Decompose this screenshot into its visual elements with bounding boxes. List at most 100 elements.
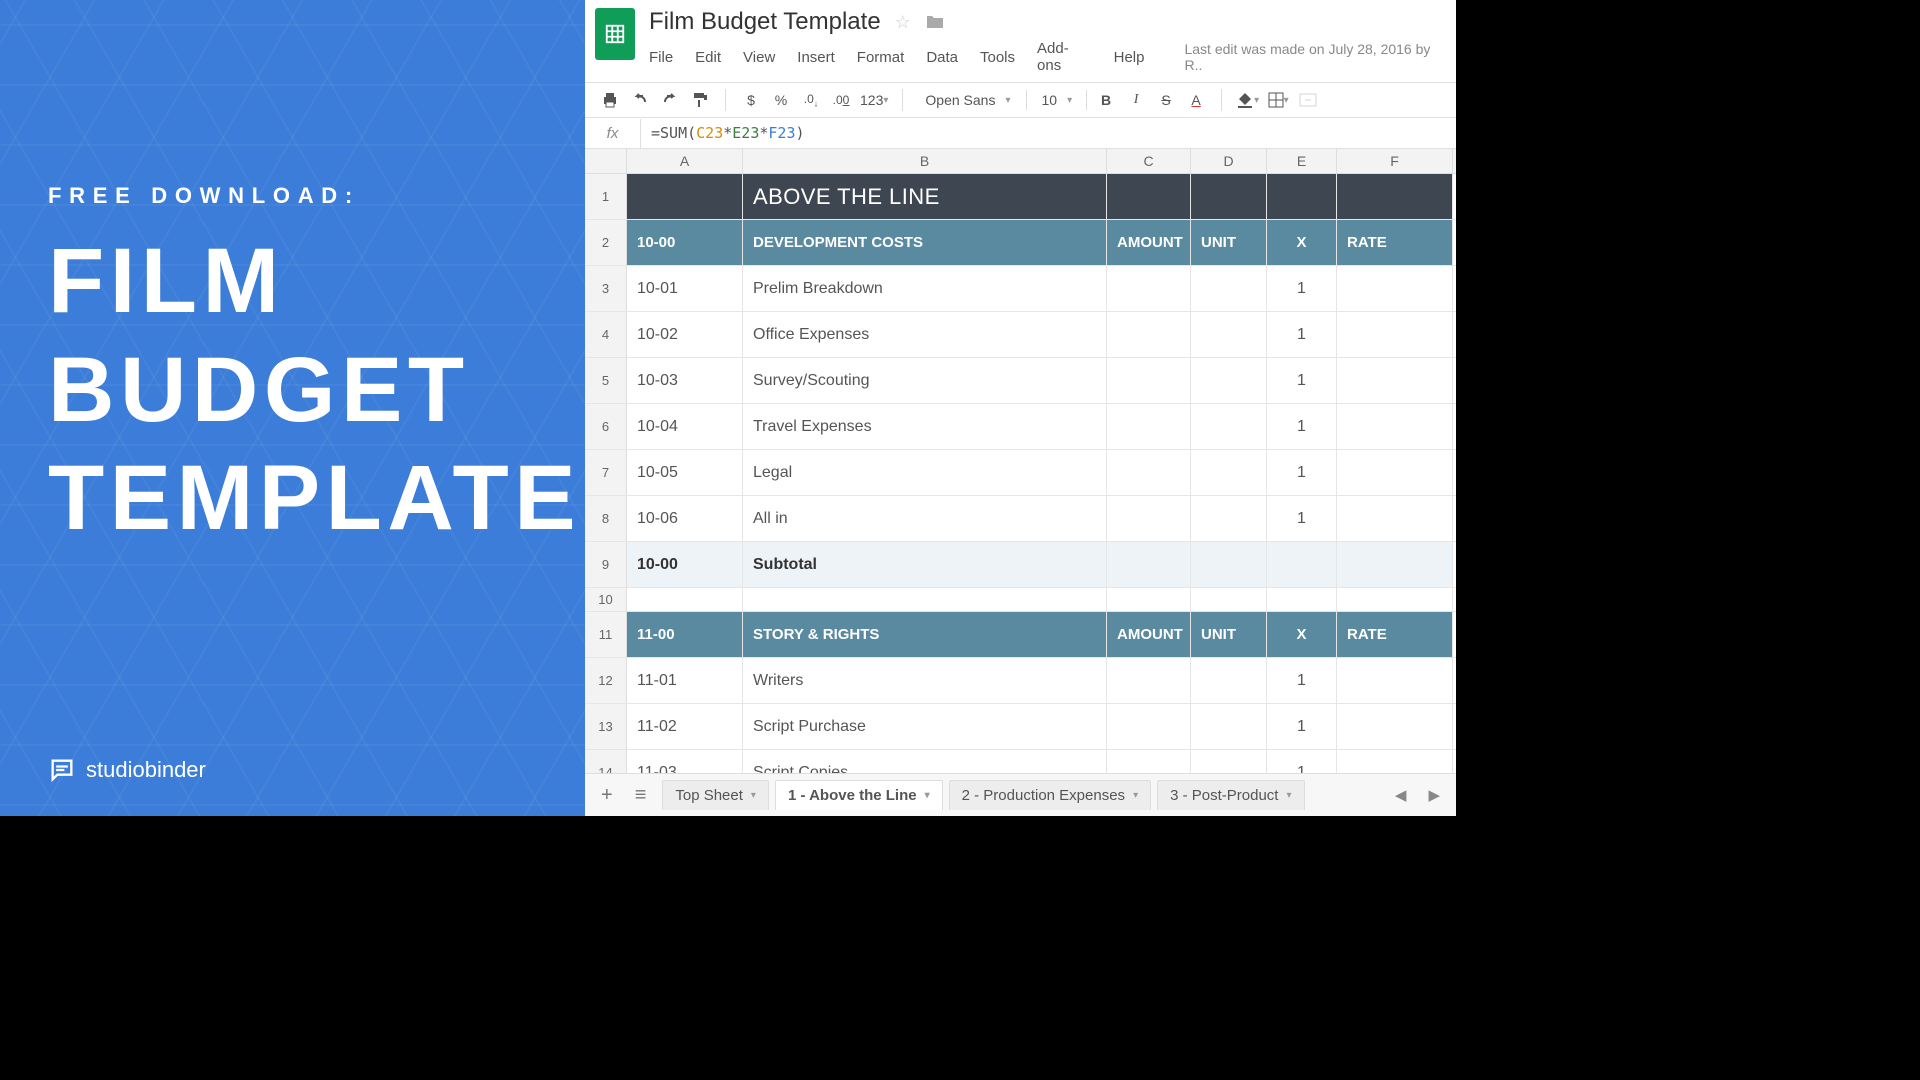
cell[interactable]: X [1267,612,1337,657]
cell[interactable]: 10-01 [627,266,743,311]
cell[interactable]: 1 [1267,358,1337,403]
borders-icon[interactable]: ▾ [1267,89,1289,111]
cell[interactable] [627,588,743,611]
col-header-a[interactable]: A [627,149,743,173]
row-header[interactable]: 10 [585,588,627,611]
cell[interactable] [1107,750,1191,773]
format-currency[interactable]: $ [740,89,762,111]
cell[interactable]: Script Purchase [743,704,1107,749]
cell[interactable]: Subtotal [743,542,1107,587]
cell[interactable]: 10-00 [627,542,743,587]
tab-scroll-right[interactable]: ▶ [1422,786,1446,804]
cell[interactable] [1191,174,1267,219]
format-percent[interactable]: % [770,89,792,111]
menu-tools[interactable]: Tools [980,49,1015,66]
text-color-button[interactable]: A [1185,89,1207,111]
cell[interactable] [1107,496,1191,541]
col-header-b[interactable]: B [743,149,1107,173]
cell[interactable]: 11-00 [627,612,743,657]
strikethrough-button[interactable]: S [1155,89,1177,111]
cell[interactable] [1191,588,1267,611]
cell[interactable]: 10-00 [627,220,743,265]
menu-insert[interactable]: Insert [797,49,835,66]
formula-input[interactable]: =SUM(C23*E23*F23) [641,118,1456,148]
cell[interactable]: RATE [1337,220,1453,265]
cell[interactable]: 10-05 [627,450,743,495]
cell[interactable] [1337,496,1453,541]
redo-icon[interactable] [659,89,681,111]
cell[interactable] [1191,312,1267,357]
cell[interactable]: ABOVE THE LINE [743,174,1107,219]
cell[interactable] [1191,704,1267,749]
cell[interactable]: 10-04 [627,404,743,449]
col-header-c[interactable]: C [1107,149,1191,173]
cell[interactable] [1267,542,1337,587]
cell[interactable] [1107,658,1191,703]
cell[interactable]: Travel Expenses [743,404,1107,449]
all-sheets-button[interactable]: ≡ [629,784,653,807]
cell[interactable] [1267,174,1337,219]
document-title[interactable]: Film Budget Template [649,8,881,36]
tab-scroll-left[interactable]: ◀ [1389,786,1413,804]
cell[interactable]: 11-02 [627,704,743,749]
cell[interactable] [1107,312,1191,357]
cell[interactable]: 11-03 [627,750,743,773]
italic-button[interactable]: I [1125,89,1147,111]
cell[interactable]: 10-03 [627,358,743,403]
cell[interactable]: 1 [1267,658,1337,703]
cell[interactable]: DEVELOPMENT COSTS [743,220,1107,265]
select-all-corner[interactable] [585,149,627,173]
cell[interactable]: Survey/Scouting [743,358,1107,403]
cell[interactable]: X [1267,220,1337,265]
cell[interactable] [1107,404,1191,449]
cell[interactable] [1107,588,1191,611]
row-header[interactable]: 3 [585,266,627,311]
fill-color-icon[interactable]: ▾ [1236,89,1259,111]
col-header-d[interactable]: D [1191,149,1267,173]
cell[interactable]: Legal [743,450,1107,495]
cell[interactable]: Writers [743,658,1107,703]
cell[interactable] [1107,450,1191,495]
menu-data[interactable]: Data [926,49,958,66]
cell[interactable]: AMOUNT [1107,220,1191,265]
row-header[interactable]: 12 [585,658,627,703]
row-header[interactable]: 6 [585,404,627,449]
cell[interactable]: UNIT [1191,612,1267,657]
row-header[interactable]: 14 [585,750,627,773]
menu-addons[interactable]: Add-ons [1037,40,1092,74]
cell[interactable]: STORY & RIGHTS [743,612,1107,657]
col-header-e[interactable]: E [1267,149,1337,173]
font-family-select[interactable]: Open Sans▾ [917,90,1018,110]
cell[interactable] [1191,404,1267,449]
cell[interactable] [1107,542,1191,587]
cell[interactable] [1337,312,1453,357]
last-edit-info[interactable]: Last edit was made on July 28, 2016 by R… [1184,41,1446,73]
cell[interactable]: 1 [1267,704,1337,749]
cell[interactable]: 1 [1267,496,1337,541]
cell[interactable] [1107,358,1191,403]
row-header[interactable]: 4 [585,312,627,357]
cell[interactable] [1337,542,1453,587]
cell[interactable] [1191,266,1267,311]
cell[interactable] [743,588,1107,611]
row-header[interactable]: 1 [585,174,627,219]
cell[interactable] [1107,266,1191,311]
cell[interactable]: 10-02 [627,312,743,357]
cell[interactable] [1267,588,1337,611]
row-header[interactable]: 13 [585,704,627,749]
cell[interactable] [1191,450,1267,495]
cell[interactable]: Prelim Breakdown [743,266,1107,311]
row-header[interactable]: 8 [585,496,627,541]
row-header[interactable]: 9 [585,542,627,587]
row-header[interactable]: 7 [585,450,627,495]
cell[interactable]: UNIT [1191,220,1267,265]
cell[interactable]: Script Copies [743,750,1107,773]
row-header[interactable]: 11 [585,612,627,657]
cell[interactable] [1337,704,1453,749]
cell[interactable] [1107,704,1191,749]
sheet-tab[interactable]: 2 - Production Expenses▾ [949,780,1151,810]
row-header[interactable]: 5 [585,358,627,403]
menu-format[interactable]: Format [857,49,905,66]
cell[interactable] [1337,174,1453,219]
sheet-tab[interactable]: Top Sheet▾ [662,780,769,810]
